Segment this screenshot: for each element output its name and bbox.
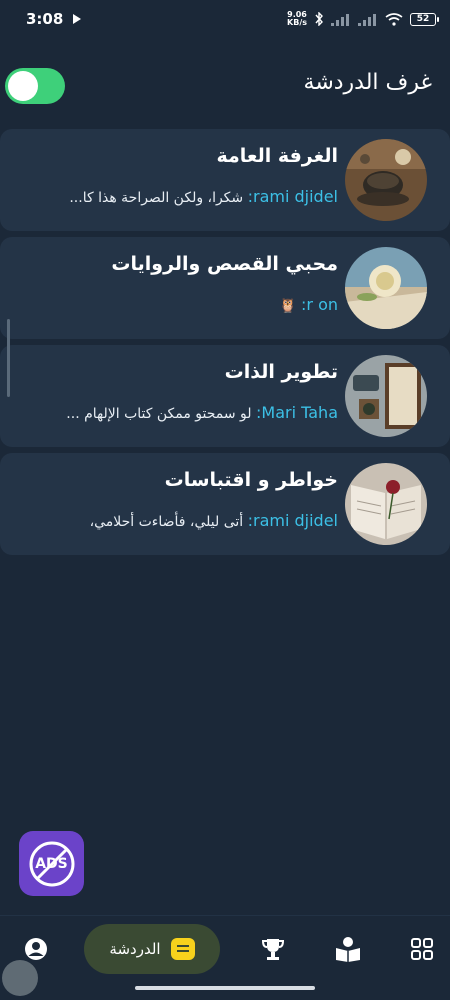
nav-reader[interactable]	[333, 934, 363, 964]
ads-label: ADS	[35, 855, 68, 872]
remove-ads-button[interactable]: ADS	[19, 831, 84, 896]
play-icon	[73, 14, 82, 24]
room-avatar	[345, 247, 427, 329]
nav-chat[interactable]: الدردشة	[84, 924, 220, 974]
nav-chat-label: الدردشة	[109, 940, 161, 958]
wifi-icon	[385, 12, 403, 26]
watermark-logo	[2, 960, 38, 996]
grid-icon	[411, 938, 433, 960]
room-card[interactable]: محبي القصص والروايات r on: 🦉	[0, 237, 450, 339]
bottom-nav: الدردشة	[0, 915, 450, 982]
room-message: أتى ليلي، فأضاءت أحلامي،	[89, 514, 244, 530]
chat-icon	[170, 938, 195, 960]
room-message: لو سمحتو ممكن كتاب الإلهام ...	[66, 406, 252, 422]
room-sender: r on:	[301, 295, 338, 314]
toggle-switch[interactable]	[5, 68, 65, 104]
status-time: 3:08	[26, 10, 64, 28]
signal-icon-2	[358, 13, 376, 26]
books-photo	[345, 355, 427, 437]
room-last-message: Mari Taha: لو سمحتو ممكن كتاب الإلهام ..…	[66, 403, 338, 422]
open-book-rose-photo	[345, 463, 427, 545]
page-title: غرف الدردشة	[303, 70, 432, 95]
profile-icon	[25, 938, 47, 960]
room-avatar	[345, 139, 427, 221]
battery-icon: 52	[410, 12, 439, 26]
room-name: خواطر و اقتباسات	[164, 469, 338, 491]
room-last-message: r on: 🦉	[279, 295, 338, 314]
nav-more[interactable]	[407, 934, 437, 964]
room-sender: Mari Taha:	[256, 403, 338, 422]
net-speed-unit: KB/s	[287, 18, 307, 27]
room-name: الغرفة العامة	[216, 145, 338, 167]
home-indicator[interactable]	[135, 986, 315, 990]
toggle-knob	[8, 71, 38, 101]
rose-book-photo	[345, 247, 427, 329]
rooms-list: الغرفة العامة rami djidel: شكرا، ولكن ال…	[0, 129, 450, 561]
room-avatar	[345, 355, 427, 437]
net-speed: 9.06 KB/s	[287, 11, 307, 27]
room-avatar	[345, 463, 427, 545]
room-card[interactable]: الغرفة العامة rami djidel: شكرا، ولكن ال…	[0, 129, 450, 231]
bluetooth-icon	[315, 12, 323, 26]
signal-icon	[331, 13, 349, 26]
room-card[interactable]: تطوير الذات Mari Taha: لو سمحتو ممكن كتا…	[0, 345, 450, 447]
nav-trophy[interactable]	[258, 934, 288, 964]
tea-cup-photo	[345, 139, 427, 221]
room-sender: rami djidel:	[247, 511, 338, 530]
scroll-indicator[interactable]	[7, 319, 10, 397]
nav-profile[interactable]	[21, 934, 51, 964]
status-bar: 3:08 9.06 KB/s 52	[0, 0, 450, 38]
trophy-icon	[261, 939, 285, 960]
room-sender: rami djidel:	[247, 187, 338, 206]
room-name: تطوير الذات	[224, 361, 338, 383]
reader-icon	[336, 937, 360, 962]
room-name: محبي القصص والروايات	[111, 253, 338, 275]
room-last-message: rami djidel: شكرا، ولكن الصراحة هذا كا..…	[69, 187, 338, 206]
room-message: شكرا، ولكن الصراحة هذا كا...	[69, 190, 244, 206]
room-last-message: rami djidel: أتى ليلي، فأضاءت أحلامي،	[90, 511, 338, 530]
header: غرف الدردشة	[0, 62, 450, 110]
status-icons: 9.06 KB/s 52	[287, 11, 439, 27]
room-card[interactable]: خواطر و اقتباسات rami djidel: أتى ليلي، …	[0, 453, 450, 555]
room-message: 🦉	[279, 298, 297, 314]
